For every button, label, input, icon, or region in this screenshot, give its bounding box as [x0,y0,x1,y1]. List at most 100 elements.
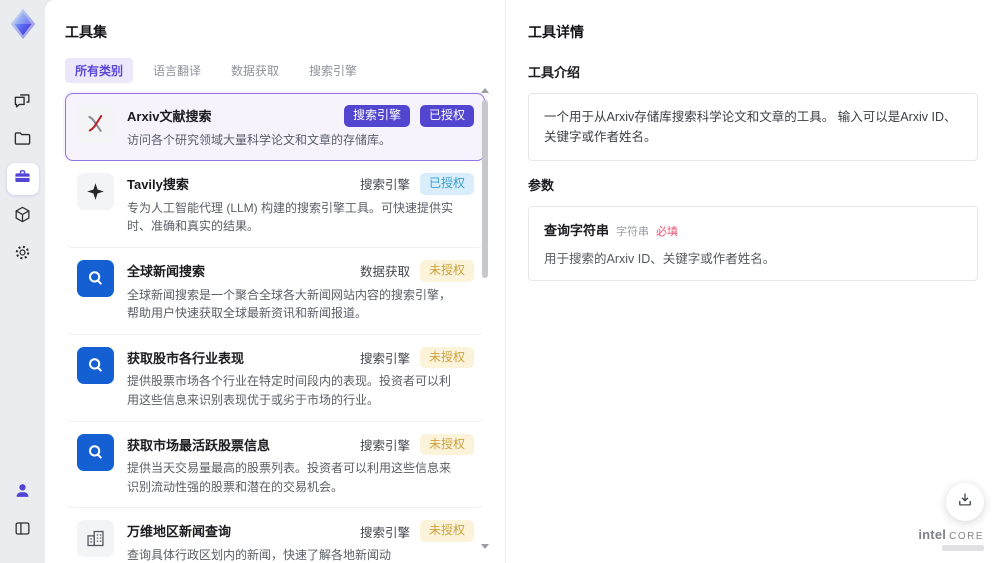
sidebar-item-chat[interactable] [7,87,39,119]
panel-toggle-icon [13,519,32,543]
parameter-type: 字符串 [616,226,650,238]
tool-body: 全球新闻搜索 数据获取 未授权 全球新闻搜索是一个聚合全球各大新闻网站内容的搜索… [127,259,474,323]
page-title: 工具集 [65,24,107,40]
tool-meta: 搜索引擎 未授权 [359,433,474,456]
tab-label: 搜索引擎 [309,64,358,78]
tool-description: 访问各个研究领域大量科学论文和文章的存储库。 [127,132,392,147]
app-logo-crystal-icon [6,7,40,41]
parameter-required-badge: 必填 [656,226,679,238]
sidebar-item-user[interactable] [7,477,39,509]
tool-header: 万维地区新闻查询 搜索引擎 未授权 [127,520,474,542]
tool-body: Arxiv文献搜索 搜索引擎 已授权 访问各个研究领域大量科学论文和文章的存储库… [127,105,474,149]
download-button[interactable] [946,483,984,521]
app-window: 工具集 所有类别 语言翻译 数据获取 搜索引擎 Arxiv文献搜索 搜索引擎 已… [0,0,1000,563]
list-scrollbar[interactable] [481,88,490,549]
core-wordmark: CORE [949,531,984,542]
tool-name: 获取市场最活跃股票信息 [127,437,271,453]
tool-status-badge: 未授权 [419,433,474,456]
building-icon [77,520,114,558]
tool-status-badge: 已授权 [419,105,474,127]
scroll-up-arrow-icon[interactable] [481,88,489,93]
tool-name: 获取股市各行业表现 [127,350,245,366]
left-rail [0,0,45,563]
tool-meta: 数据获取 未授权 [359,259,474,282]
app-icon [77,259,114,297]
tool-category-badge: 数据获取 [359,265,410,280]
tool-list: Arxiv文献搜索 搜索引擎 已授权 访问各个研究领域大量科学论文和文章的存储库… [65,93,485,563]
parameter-card: 查询字符串 字符串 必填 用于搜索的Arxiv ID、关键字或作者姓名。 [528,206,978,281]
toolbox-icon [13,167,32,191]
arxiv-icon [77,105,114,142]
tool-list-item[interactable]: Tavily搜索 搜索引擎 已授权 专为人工智能代理 (LLM) 构建的搜索引擎… [65,161,485,248]
tool-list-item[interactable]: 万维地区新闻查询 搜索引擎 未授权 查询具体行政区划内的新闻，快速了解各地新闻动 [65,508,485,563]
tool-body: 获取股市各行业表现 搜索引擎 未授权 提供股票市场各个行业在特定时间段内的表现。… [127,346,474,410]
tool-list-item[interactable]: 全球新闻搜索 数据获取 未授权 全球新闻搜索是一个聚合全球各大新闻网站内容的搜索… [65,247,485,335]
tool-header: 获取市场最活跃股票信息 搜索引擎 未授权 [127,433,474,456]
tool-name: 万维地区新闻查询 [127,524,232,540]
tool-status-badge: 已授权 [419,173,474,195]
tool-body: 获取市场最活跃股票信息 搜索引擎 未授权 提供当天交易量最高的股票列表。投资者可… [127,433,474,497]
category-tab[interactable]: 语言翻译 [143,58,211,83]
tool-detail-panel: 工具详情 工具介绍 一个用于从Arxiv存储库搜索科学论文和文章的工具。 输入可… [505,0,1000,563]
rail-nav-top [6,81,39,277]
tool-list-item[interactable]: 获取市场最活跃股票信息 搜索引擎 未授权 提供当天交易量最高的股票列表。投资者可… [65,421,485,509]
tool-category-badge: 搜索引擎 [359,178,410,193]
tool-header: Arxiv文献搜索 搜索引擎 已授权 [127,105,474,127]
tool-status-badge: 未授权 [419,520,474,542]
cube-icon [13,205,32,229]
tab-label: 语言翻译 [153,64,202,78]
app-icon [77,433,114,471]
tool-description: 查询具体行政区划内的新闻，快速了解各地新闻动 [127,547,392,562]
tab-label: 数据获取 [231,64,280,78]
tool-category-badge: 搜索引擎 [359,438,410,453]
download-tray-icon [956,491,974,514]
tool-category-badge: 搜索引擎 [343,105,410,127]
intel-badge-bar [942,545,984,551]
tool-description: 全球新闻搜索是一个聚合全球各大新闻网站内容的搜索引擎，帮助用户快速获取全球最新资… [127,287,452,321]
intro-section-title: 工具介绍 [528,65,581,80]
scroll-down-arrow-icon[interactable] [481,544,489,549]
tool-name: Tavily搜索 [127,177,189,193]
rail-nav-bottom [7,471,39,553]
tavily-icon [77,173,114,211]
tool-intro-box: 一个用于从Arxiv存储库搜索科学论文和文章的工具。 输入可以是Arxiv ID… [528,93,978,161]
user-icon [13,481,32,505]
category-tab[interactable]: 搜索引擎 [299,58,367,83]
tab-label: 所有类别 [75,64,124,78]
tool-list-item[interactable]: 获取股市各行业表现 搜索引擎 未授权 提供股票市场各个行业在特定时间段内的表现。… [65,334,485,422]
scrollbar-thumb[interactable] [482,100,488,278]
main-content: 工具集 所有类别 语言翻译 数据获取 搜索引擎 Arxiv文献搜索 搜索引擎 已… [45,0,1000,563]
tool-meta: 搜索引擎 未授权 [360,520,474,542]
tool-body: Tavily搜索 搜索引擎 已授权 专为人工智能代理 (LLM) 构建的搜索引擎… [127,173,474,236]
parameter-description: 用于搜索的Arxiv ID、关键字或作者姓名。 [544,252,776,266]
sidebar-item-folder[interactable] [7,125,39,157]
tool-header: 全球新闻搜索 数据获取 未授权 [127,259,474,282]
tool-name: Arxiv文献搜索 [127,109,212,124]
tool-meta: 搜索引擎 已授权 [360,173,474,195]
category-tab[interactable]: 所有类别 [65,58,134,83]
tool-meta: 搜索引擎 已授权 [343,105,474,127]
sidebar-item-toolbox[interactable] [6,163,39,195]
sidebar-item-gear[interactable] [7,239,39,271]
category-tab[interactable]: 数据获取 [221,58,289,83]
category-tabs: 所有类别 语言翻译 数据获取 搜索引擎 [65,58,505,83]
gear-icon [13,243,32,267]
tool-status-badge: 未授权 [419,259,474,282]
tool-list-item[interactable]: Arxiv文献搜索 搜索引擎 已授权 访问各个研究领域大量科学论文和文章的存储库… [65,93,485,162]
parameter-header: 查询字符串 字符串 必填 [544,220,962,239]
sidebar-item-panel-toggle[interactable] [7,515,39,547]
tool-meta: 搜索引擎 未授权 [359,346,474,369]
tool-list-panel: 工具集 所有类别 语言翻译 数据获取 搜索引擎 Arxiv文献搜索 搜索引擎 已… [45,0,505,563]
folder-icon [13,129,32,153]
tool-description: 专为人工智能代理 (LLM) 构建的搜索引擎工具。可快速提供实时、准确和真实的结… [127,200,454,234]
detail-title: 工具详情 [528,24,584,40]
tool-description: 提供当天交易量最高的股票列表。投资者可以利用这些信息来识别流动性强的股票和潜在的… [127,461,452,494]
tool-body: 万维地区新闻查询 搜索引擎 未授权 查询具体行政区划内的新闻，快速了解各地新闻动 [127,520,474,563]
app-icon [77,346,114,384]
tool-name: 全球新闻搜索 [127,263,206,279]
tool-header: Tavily搜索 搜索引擎 已授权 [127,173,474,195]
sidebar-item-cube[interactable] [7,201,39,233]
intel-wordmark: intel [918,527,947,542]
tool-category-badge: 搜索引擎 [359,352,410,367]
tool-header: 获取股市各行业表现 搜索引擎 未授权 [127,346,474,369]
